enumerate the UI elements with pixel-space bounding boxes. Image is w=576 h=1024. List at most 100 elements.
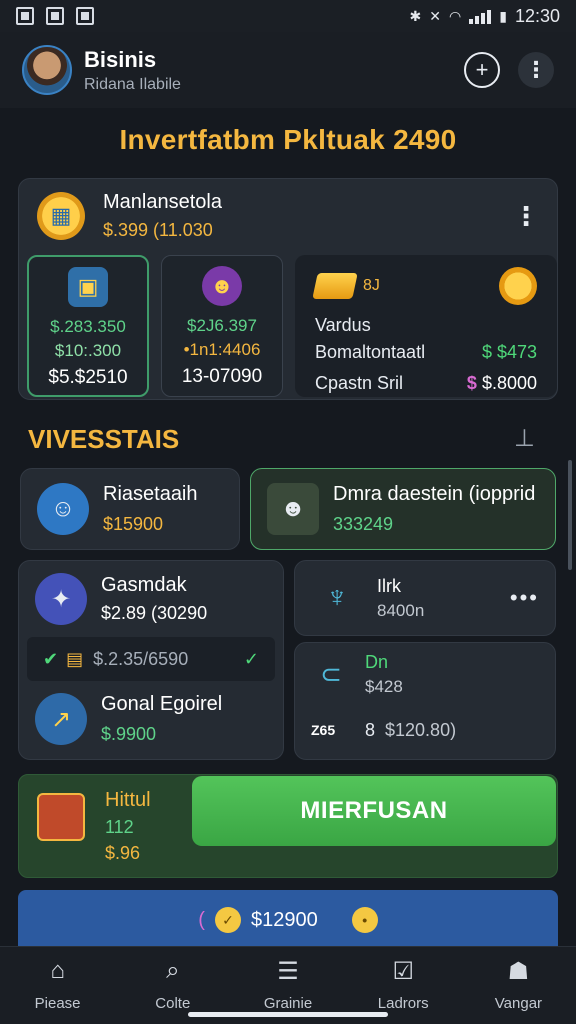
nav-list-label: Grainie xyxy=(263,995,313,1012)
app-icon xyxy=(76,7,94,25)
search-icon: ⌕ xyxy=(166,957,180,984)
people-icon: ☺ xyxy=(37,483,89,535)
page-title: Invertfatbm Pkltuak 2490 xyxy=(119,124,457,155)
portfolio-menu-button[interactable]: ⋮ xyxy=(513,201,539,232)
bracket-icon: ( xyxy=(198,908,205,931)
portfolio-value: $.399 (11.030 xyxy=(103,220,213,240)
person-icon: ☻ xyxy=(202,266,242,306)
confirm-icon[interactable]: ✓ xyxy=(244,649,259,670)
profile-icon: ☗ xyxy=(507,957,530,985)
investment-card-6[interactable]: ⊂ Dn $428 Z65 8 $120.80) xyxy=(294,642,556,760)
mute-icon: ✕ xyxy=(429,7,442,24)
section-title: VIVESSTAIS xyxy=(28,424,180,454)
asset-tile-a[interactable]: ▣ $.283.350 $10:.300 $5.$2510 xyxy=(27,255,149,397)
app-header: Bisinis Ridana Ilabile + ⋮ xyxy=(0,32,576,108)
building-icon: ▦ xyxy=(37,192,85,240)
home-indicator[interactable] xyxy=(188,1012,388,1017)
nav-home[interactable]: ⌂ Piease xyxy=(0,947,115,1024)
investment-6-amount: $120.80) xyxy=(385,719,457,740)
bird-icon: ✦ xyxy=(35,573,87,625)
car-icon: ⊂ xyxy=(320,658,342,689)
more-options-button[interactable]: ••• xyxy=(510,585,539,611)
investment-card-5[interactable]: ♆ Ilrk 8400n ••• xyxy=(294,560,556,636)
cta-number: 112 xyxy=(105,817,134,837)
nav-home-label: Piease xyxy=(34,995,81,1012)
promo-amount: $12900 xyxy=(250,908,318,931)
cta-price: $.96 xyxy=(105,843,141,863)
investment-1-name: Riasetaaih xyxy=(103,483,198,505)
asset-tile-b[interactable]: ☻ $2J6.397 •1n1:4406 13-07090 xyxy=(161,255,283,397)
scrollbar[interactable] xyxy=(568,460,572,570)
battery-icon: ▮ xyxy=(499,7,507,24)
status-bar: ✱ ✕ ◠ ▮ 12:30 xyxy=(0,0,576,32)
home-icon: ⌂ xyxy=(50,957,65,984)
investment-2-name: Dmra daestein (iopprid xyxy=(333,483,536,505)
promo-banner[interactable]: ( ✓ $12900 • xyxy=(18,890,558,950)
investment-6-name: Dn xyxy=(365,651,389,672)
list-icon: ☰ xyxy=(277,957,299,985)
checkbox-icon: ☑ xyxy=(392,957,414,985)
header-title: Bisinis xyxy=(84,46,157,72)
investment-6-tag: Z65 xyxy=(311,722,336,738)
certificate-icon xyxy=(37,793,85,841)
investment-5-value: 8400n xyxy=(377,600,425,620)
wifi-icon: ◠ xyxy=(449,7,462,24)
portfolio-name: Manlansetola xyxy=(103,191,222,213)
investment-6-tag2: 8 xyxy=(365,719,376,740)
plus-icon: + xyxy=(475,57,489,82)
investment-4-value: $.9900 xyxy=(101,724,157,744)
investment-5-name: Ilrk xyxy=(377,575,401,596)
more-menu-button[interactable]: ⋮ xyxy=(518,52,554,88)
add-button[interactable]: + xyxy=(464,52,500,88)
investment-card-1[interactable]: ☺ Riasetaaih $15900 xyxy=(20,468,240,550)
investment-1-value: $15900 xyxy=(103,514,164,534)
nav-search-label: Colte xyxy=(155,995,191,1012)
tile-c-badge: 8J xyxy=(363,277,380,294)
tree-icon: ♆ xyxy=(325,581,349,614)
nav-profile[interactable]: ☗ Vangar xyxy=(461,947,576,1024)
tile-c-label3: Cpastn Sril xyxy=(315,373,404,393)
tile-c-label1: Vardus xyxy=(315,315,371,335)
kebab-icon: ⋮ xyxy=(525,57,547,82)
investment-6-value: $428 xyxy=(365,676,403,696)
coin-icon: • xyxy=(351,907,378,933)
sort-icon[interactable]: ⊥ xyxy=(514,424,535,453)
tile-c-amount: $.8000 xyxy=(481,373,537,393)
trend-up-value: $ $473 xyxy=(481,342,537,362)
nav-checkbox-label: Ladrors xyxy=(377,995,429,1012)
tile-a-line3: $5.$2510 xyxy=(48,367,128,388)
tile-b-line1: $2J6.397 xyxy=(187,316,257,335)
portfolio-card[interactable]: ▦ Manlansetola $.399 (11.030 ⋮ ▣ $.283.3… xyxy=(18,178,558,400)
check-coin-icon: ✓ xyxy=(214,907,241,933)
briefcase-icon: ▣ xyxy=(68,267,108,307)
tile-c-label2: Bomaltontaatl xyxy=(315,342,426,362)
purchase-button[interactable]: MIERFUSAN xyxy=(192,776,556,846)
investment-3-name: Gasmdak xyxy=(101,574,187,596)
investment-group-left[interactable]: ✦ Gasmdak $2.89 (30290 ✔ ▤ $.2.35/6590 ✓… xyxy=(18,560,284,760)
avatar[interactable] xyxy=(22,45,72,95)
nav-profile-label: Vangar xyxy=(494,995,543,1012)
tile-a-line2: $10:.300 xyxy=(54,341,122,360)
asset-tile-c[interactable]: 8J Vardus Bomaltontaatl $ $473 Cpastn Sr… xyxy=(295,255,557,397)
investment-4-name: Gonal Egoirel xyxy=(101,693,223,715)
signal-icon xyxy=(469,8,492,24)
tile-b-line3: 13-07090 xyxy=(181,366,263,387)
investment-3-value: $2.89 (30290 xyxy=(101,603,208,623)
header-subtitle: Ridana Ilabile xyxy=(84,75,181,93)
dollar-icon: $ xyxy=(466,373,477,393)
check-icon: ✔ xyxy=(43,648,59,669)
cta-label: Hittul xyxy=(105,789,151,811)
status-time: 12:30 xyxy=(514,5,560,26)
tile-b-line2: •1n1:4406 xyxy=(183,340,261,359)
notification-icon xyxy=(16,7,34,25)
tag-icon: ▤ xyxy=(66,648,84,669)
image-icon xyxy=(46,7,64,25)
robot-icon: ☻ xyxy=(267,483,319,535)
tile-a-line1: $.283.350 xyxy=(50,317,126,336)
gear-icon xyxy=(499,267,537,305)
investment-card-2[interactable]: ☻ Dmra daestein (iopprid 333249 xyxy=(250,468,556,550)
trend-icon: ↗ xyxy=(35,693,87,745)
bluetooth-icon: ✱ xyxy=(409,7,422,24)
investment-2-value: 333249 xyxy=(333,514,394,534)
gold-bar-icon xyxy=(312,273,358,299)
